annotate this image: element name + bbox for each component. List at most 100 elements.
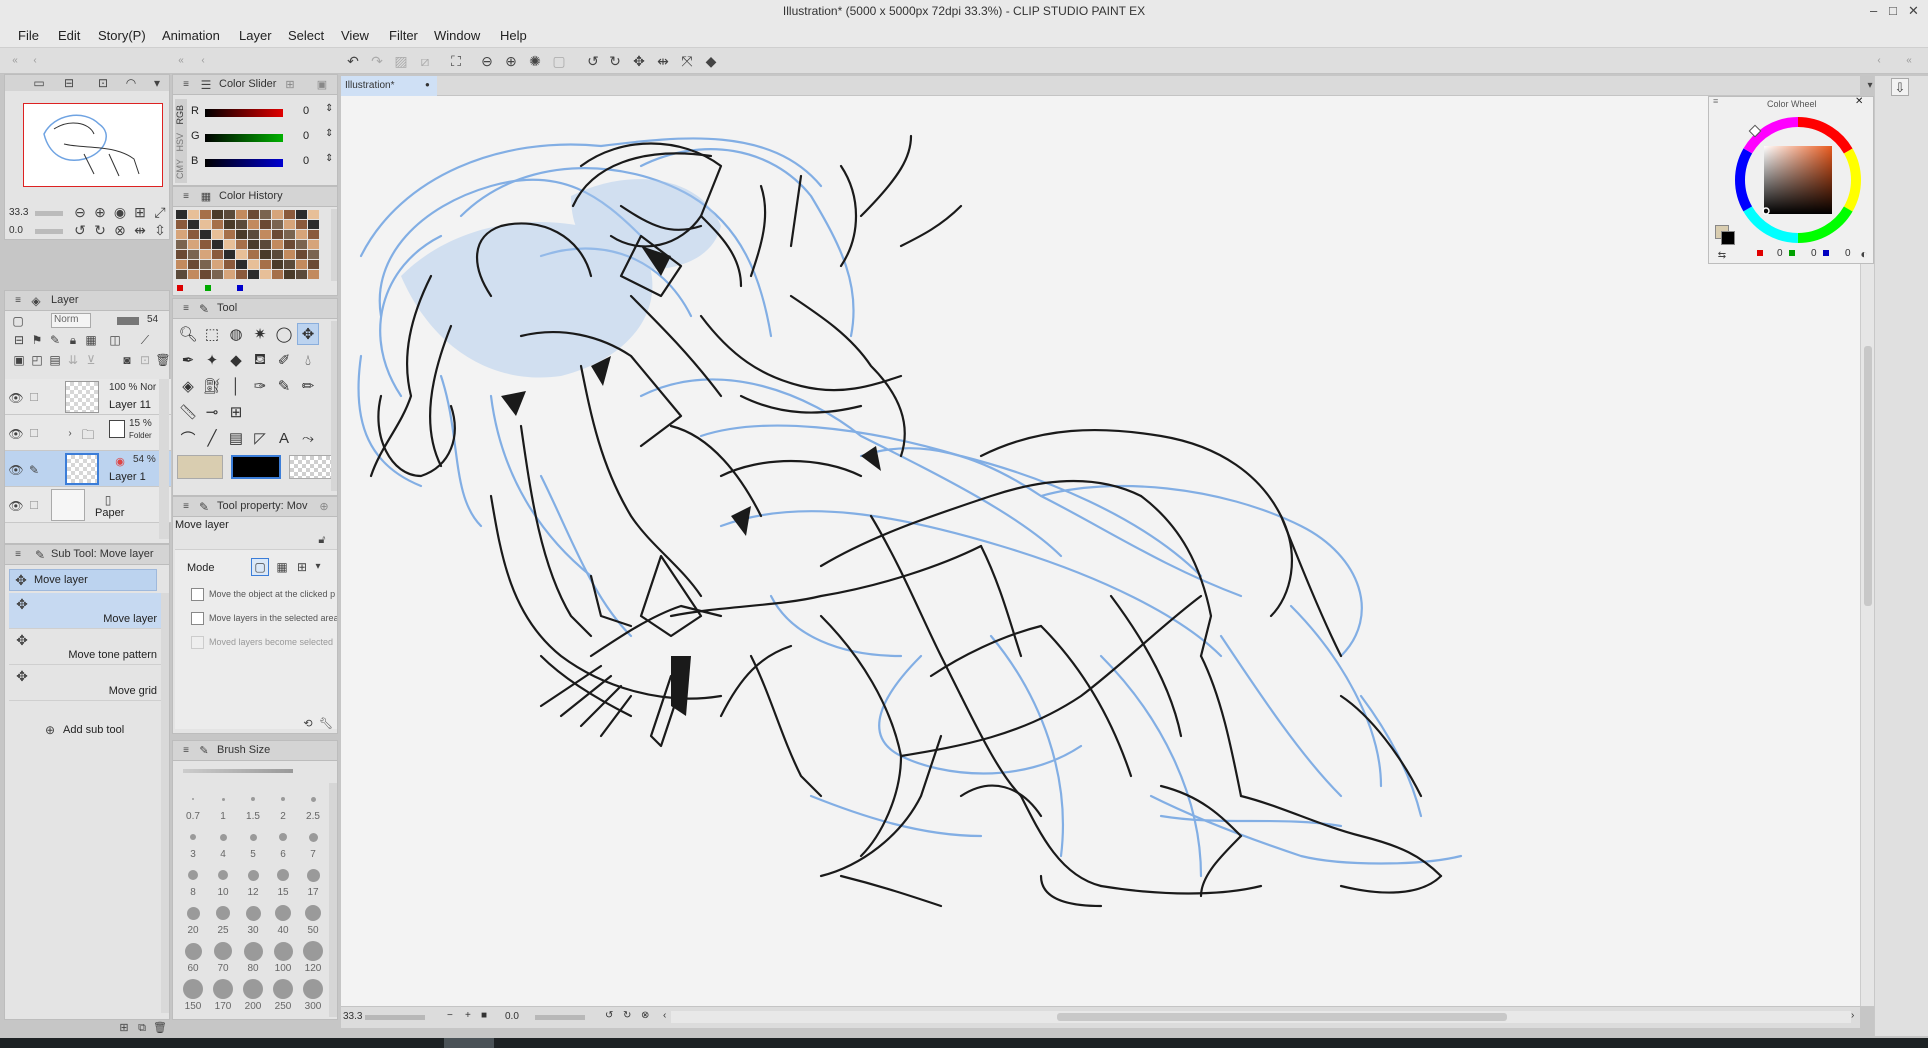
brush-size-dot[interactable] — [247, 869, 259, 881]
color-history-swatch[interactable] — [248, 210, 259, 219]
menu-view[interactable]: View — [341, 28, 369, 43]
brush-size-label[interactable]: 5 — [241, 849, 265, 860]
swap-colors-icon[interactable]: ⇆ — [1713, 247, 1731, 265]
panel-border-tool-icon[interactable]: ▤ — [225, 427, 247, 449]
brush-size-dot[interactable] — [213, 979, 233, 999]
brush-size-label[interactable]: 2.5 — [301, 811, 325, 822]
maximize-button[interactable]: □ — [1889, 3, 1897, 18]
color-history-swatch[interactable] — [200, 220, 211, 229]
brush-size-dot[interactable] — [190, 834, 196, 840]
menu-filter[interactable]: Filter — [389, 28, 418, 43]
tool-scrollbar[interactable] — [331, 321, 337, 491]
color-history-swatch[interactable] — [236, 250, 247, 259]
brush-size-label[interactable]: 6 — [271, 849, 295, 860]
wrench-icon[interactable]: 🔧︎ — [317, 715, 335, 733]
slider-value[interactable]: 0 — [303, 130, 309, 142]
brush-size-label[interactable]: 250 — [271, 1001, 295, 1012]
brush-size-label[interactable]: 30 — [241, 925, 265, 936]
folder-expand-chevron-icon[interactable]: › — [61, 425, 79, 443]
hscroll-left-icon[interactable]: ‹ — [663, 1010, 666, 1021]
mode-rgb[interactable]: RGB — [175, 105, 185, 125]
sparkle-tool-icon[interactable]: ✦ — [201, 349, 223, 371]
brush-size-label[interactable]: 1.5 — [241, 811, 265, 822]
color-history-swatch[interactable] — [284, 250, 295, 259]
color-history-swatch[interactable] — [248, 270, 259, 279]
menu-file[interactable]: File — [18, 28, 39, 43]
export-icon[interactable]: ⇩ — [1891, 78, 1909, 96]
color-history-swatch[interactable] — [308, 210, 319, 219]
navigator-preview[interactable] — [23, 103, 163, 187]
color-wheel-close-icon[interactable]: ✕ — [1855, 96, 1863, 107]
fill-icon[interactable]: ◆ — [702, 52, 720, 70]
horizontal-scroll-thumb[interactable] — [1057, 1013, 1507, 1021]
draft-layer-icon[interactable]: ✎ — [47, 332, 63, 348]
panel-grip-icon[interactable]: ≡ — [177, 742, 195, 760]
chevron-left-icon[interactable]: ‹ — [26, 52, 44, 70]
brush-size-dot[interactable] — [192, 798, 194, 800]
zoom-out-icon[interactable]: ⊖ — [478, 52, 496, 70]
layer-name[interactable]: Layer 1 — [109, 471, 146, 483]
color-history-swatch[interactable] — [188, 250, 199, 259]
selection-tool-icon[interactable]: ⬚ — [201, 323, 223, 345]
color-history-swatch[interactable] — [272, 240, 283, 249]
blend-tool-icon[interactable]: 💧︎ — [297, 349, 319, 371]
status-fit-icon[interactable]: ■ — [481, 1010, 487, 1021]
brush-size-label[interactable]: 3 — [181, 849, 205, 860]
color-history-swatch[interactable] — [272, 270, 283, 279]
color-history-swatch[interactable] — [176, 250, 187, 259]
navigator-rotate-right-icon[interactable]: ↻ — [91, 221, 109, 239]
color-history-swatch[interactable] — [224, 250, 235, 259]
brush-size-scrollbar[interactable] — [329, 783, 337, 1017]
brush-size-label[interactable]: 70 — [211, 963, 235, 974]
collapse-left-icon[interactable]: « — [6, 52, 24, 70]
menu-select[interactable]: Select — [288, 28, 324, 43]
pen-tool-icon[interactable]: ✒ — [177, 349, 199, 371]
brush-size-label[interactable]: 300 — [301, 1001, 325, 1012]
figure-tool-icon[interactable]: ⌒ — [177, 427, 199, 449]
status-zoom-in-icon[interactable]: + — [465, 1010, 471, 1021]
navigator-actual-icon[interactable]: ⊞ — [131, 203, 149, 221]
menu-window[interactable]: Window — [434, 28, 480, 43]
navigator-fit-icon[interactable]: ◉ — [111, 203, 129, 221]
layer-property-icon[interactable]: ⊡ — [95, 75, 111, 91]
color-history-swatch[interactable] — [224, 210, 235, 219]
color-history-swatch[interactable] — [200, 210, 211, 219]
brush-size-dot[interactable] — [219, 833, 227, 841]
layer-name[interactable]: Layer 11 — [109, 399, 151, 411]
chevron-right-icon[interactable]: ‹ — [1870, 52, 1888, 70]
brush-size-dot[interactable] — [186, 906, 200, 920]
status-zoom-out-icon[interactable]: − — [447, 1010, 453, 1021]
delete-subtool-icon[interactable]: 🗑︎ — [151, 1019, 169, 1037]
close-button[interactable]: ✕ — [1908, 3, 1919, 19]
new-folder-icon[interactable]: ▤ — [47, 352, 63, 368]
airbrush-tool-icon[interactable]: ⛾ — [249, 349, 271, 371]
brush-size-label[interactable]: 17 — [301, 887, 325, 898]
hue-ring[interactable] — [1731, 113, 1865, 247]
clip-layer-icon[interactable]: ⊟ — [11, 332, 27, 348]
brush-size-label[interactable]: 4 — [211, 849, 235, 860]
color-history-swatch[interactable] — [308, 240, 319, 249]
color-history-swatch[interactable] — [188, 270, 199, 279]
layer-row-selected[interactable]: 👁︎ ✎ ◉ 54 % Layer 1 — [5, 451, 171, 487]
sub-color-swatch[interactable] — [231, 455, 281, 479]
blend-mode-select[interactable]: Norm — [51, 313, 91, 328]
color-history-swatch[interactable] — [224, 240, 235, 249]
gradient-tool-icon[interactable]: ⛽︎ — [201, 375, 223, 397]
color-history-swatch[interactable] — [308, 220, 319, 229]
clear-icon[interactable]: ▨ — [392, 52, 410, 70]
navigator-angle-value[interactable]: 0.0 — [9, 225, 31, 236]
mode-layer-icon[interactable]: ▢ — [251, 558, 269, 576]
transparent-color-swatch[interactable] — [289, 455, 335, 479]
balloon-tool-icon[interactable]: ◸ — [249, 427, 271, 449]
opacity-bar[interactable] — [117, 317, 139, 325]
brush-size-dot[interactable] — [243, 941, 263, 961]
collapse-right-icon[interactable]: « — [1900, 52, 1918, 70]
mode-dropdown-icon[interactable]: ▾ — [309, 558, 327, 576]
collapse-left-icon-2[interactable]: « — [172, 52, 190, 70]
brush-size-label[interactable]: 8 — [181, 887, 205, 898]
brush-size-dot[interactable] — [273, 979, 293, 999]
color-history-swatch[interactable] — [260, 230, 271, 239]
document-tab[interactable]: Illustration* ● — [341, 76, 437, 96]
layer-lock-box-icon[interactable]: ☐ — [25, 389, 43, 407]
layer-row[interactable]: 👁︎ ☐ › 🗀︎ 15 % Folder — [5, 415, 171, 451]
